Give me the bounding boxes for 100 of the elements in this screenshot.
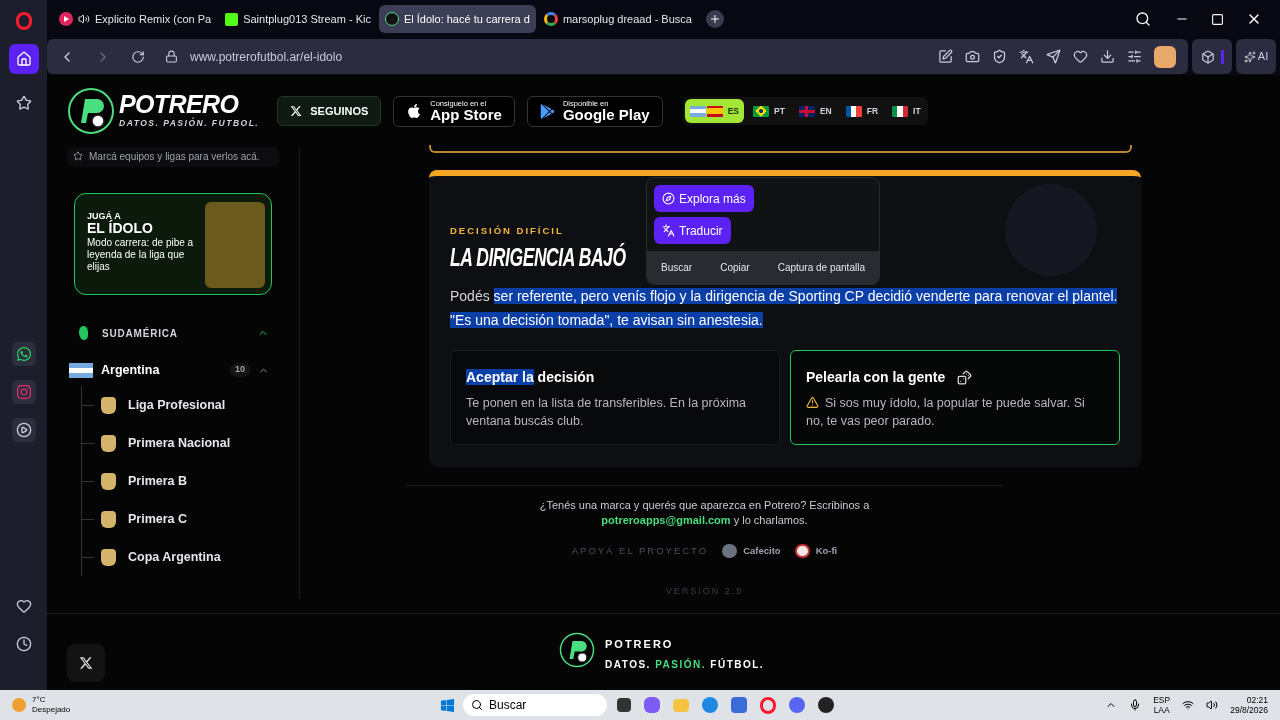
- new-tab-button[interactable]: [705, 10, 724, 28]
- download-icon[interactable]: [1100, 49, 1115, 64]
- extensions-button[interactable]: [1192, 39, 1232, 74]
- language-option[interactable]: IT: [887, 99, 926, 123]
- o-logo-icon[interactable]: [760, 696, 776, 714]
- promo-kicker: JUGÁ A: [87, 212, 121, 221]
- sidebar-button[interactable]: [11, 418, 36, 442]
- support-link[interactable]: Ko-fi: [794, 544, 838, 559]
- browser-tab[interactable]: El Ídolo: hacé tu carrera d: [378, 5, 536, 33]
- play-icon: [59, 12, 73, 26]
- clock-date[interactable]: 29/8/2026: [1230, 705, 1268, 715]
- popup-action[interactable]: Captura de pantalla: [777, 260, 865, 275]
- popup-button[interactable]: Explora más: [654, 185, 754, 212]
- browser-tab[interactable]: Explicito Remix (con Pa: [53, 5, 218, 33]
- compass-icon: [662, 192, 675, 205]
- flag-icon: [845, 105, 862, 117]
- o-logo-icon[interactable]: [15, 12, 32, 30]
- card-kicker: DECISIÓN DIFÍCIL: [450, 224, 564, 238]
- mic-icon[interactable]: [1129, 699, 1142, 711]
- translate-icon: [662, 224, 675, 237]
- network-icon[interactable]: [1182, 699, 1195, 711]
- store-icon[interactable]: [731, 697, 747, 713]
- count-badge: 10: [230, 363, 250, 377]
- language-option[interactable]: FR: [840, 99, 884, 123]
- footer-tagline: DATOS. PASIÓN. FÚTBOL.: [605, 657, 765, 672]
- k-logo-icon: [225, 12, 239, 26]
- language-option[interactable]: EN: [793, 99, 837, 123]
- accent-bar: [1220, 49, 1224, 64]
- choice-card[interactable]: Aceptar la decisión Te ponen en la lista de transferibles. En la próxima ventana buscás club.: [450, 350, 780, 446]
- league-item[interactable]: Primera B: [128, 473, 240, 489]
- browser-tab[interactable]: Saintplug013 Stream - Kic: [219, 5, 377, 33]
- settings-icon[interactable]: [1127, 49, 1142, 64]
- translate-icon[interactable]: [1019, 49, 1034, 64]
- extension-icon[interactable]: [1154, 45, 1176, 68]
- camera-icon[interactable]: [965, 49, 980, 64]
- input-language[interactable]: ESP: [1153, 695, 1171, 705]
- league-item[interactable]: Liga Profesional: [128, 397, 240, 413]
- edit-icon[interactable]: [938, 49, 953, 64]
- clock-time[interactable]: 02:21: [1246, 695, 1268, 705]
- p-ball-logo: [67, 87, 115, 135]
- language-option[interactable]: ES: [684, 99, 744, 123]
- league-item[interactable]: Copa Argentina: [128, 549, 240, 565]
- flag-icon: [892, 105, 909, 117]
- star-icon: [15, 95, 32, 111]
- apple-logo-icon: [406, 103, 423, 119]
- taskbar-search[interactable]: Buscar: [463, 694, 607, 716]
- league-badge-icon: [101, 472, 116, 490]
- keyboard-layout[interactable]: LAA: [1153, 705, 1170, 715]
- search-icon[interactable]: [1135, 11, 1151, 27]
- maximize-icon[interactable]: [1211, 12, 1224, 26]
- g-logo-icon: [543, 12, 558, 26]
- shield-icon[interactable]: [992, 49, 1007, 64]
- heart-icon: [15, 598, 32, 614]
- popup-action[interactable]: Copiar: [720, 260, 750, 275]
- popup-action[interactable]: Buscar: [661, 260, 693, 275]
- support-label: APOYÁ EL PROYECTO: [571, 544, 709, 559]
- sidebar-button[interactable]: [8, 44, 39, 74]
- cube-icon: [1200, 49, 1215, 64]
- promo-text: Modo carrera: de pibe a leyenda de la liga que elijas: [87, 237, 195, 273]
- promo-banner[interactable]: JUGÁ A EL ÍDOLO Modo carrera: de pibe a leyenda de la liga que elijas: [74, 193, 272, 295]
- clock-icon: [15, 636, 32, 652]
- language-option[interactable]: PT: [748, 99, 790, 123]
- sidebar-button[interactable]: [11, 342, 36, 366]
- follow-button[interactable]: SEGUINOS: [277, 96, 382, 126]
- chat-app-icon[interactable]: [789, 697, 805, 713]
- footer-brand: POTRERO: [605, 637, 675, 652]
- search-icon: [471, 699, 483, 711]
- league-item[interactable]: Primera C: [128, 511, 240, 527]
- chat-bubble-icon: [15, 346, 32, 362]
- brand-name: POTRERO: [119, 92, 240, 118]
- task-view-icon[interactable]: [617, 698, 631, 712]
- country-row[interactable]: Argentina 10: [69, 360, 277, 380]
- app-icon[interactable]: [818, 697, 834, 713]
- start-icon[interactable]: [440, 697, 455, 713]
- league-badge-icon: [101, 396, 116, 414]
- send-icon[interactable]: [1046, 49, 1061, 64]
- p-logo-icon: [384, 12, 399, 26]
- email-link[interactable]: potreroapps@gmail.com: [601, 514, 731, 527]
- card-paragraph: Podés ser referente, pero venís flojo y la dirigencia de Sporting CP decidió venderte para renovar el plantel. "Es una decisión tomada", te avisan sin anestesia.: [450, 287, 1119, 331]
- support-link[interactable]: Cafecito: [722, 544, 781, 559]
- league-item[interactable]: Primera Nacional: [128, 435, 240, 451]
- flag-icon: [69, 362, 93, 378]
- heart-icon[interactable]: [1073, 49, 1088, 64]
- brand-tagline: DATOS. PASIÓN. FUTBOL.: [119, 117, 260, 130]
- volume-icon[interactable]: [1206, 699, 1219, 711]
- choice-card[interactable]: Pelearla con la gente Si sos muy ídolo, la popular te puede salvar. Si no, te vas peor parado.: [790, 350, 1120, 446]
- league-badge-icon: [101, 434, 116, 452]
- browser-icon[interactable]: [702, 697, 718, 713]
- camera-icon: [15, 384, 32, 400]
- flag-icon: [798, 105, 815, 117]
- promo-title: EL ÍDOLO: [87, 221, 154, 235]
- x-social-button[interactable]: [67, 644, 105, 682]
- ai-button[interactable]: AI: [1236, 39, 1276, 74]
- league-badge-icon: [101, 510, 116, 528]
- league-badge-icon: [101, 548, 116, 566]
- browser-tab[interactable]: marsoplug dreaad - Busca: [537, 5, 698, 33]
- popup-button[interactable]: Traducir: [654, 217, 731, 244]
- flag-icon: [689, 105, 723, 117]
- reload-icon[interactable]: [131, 49, 145, 64]
- sparkle-icon: [1243, 50, 1256, 63]
